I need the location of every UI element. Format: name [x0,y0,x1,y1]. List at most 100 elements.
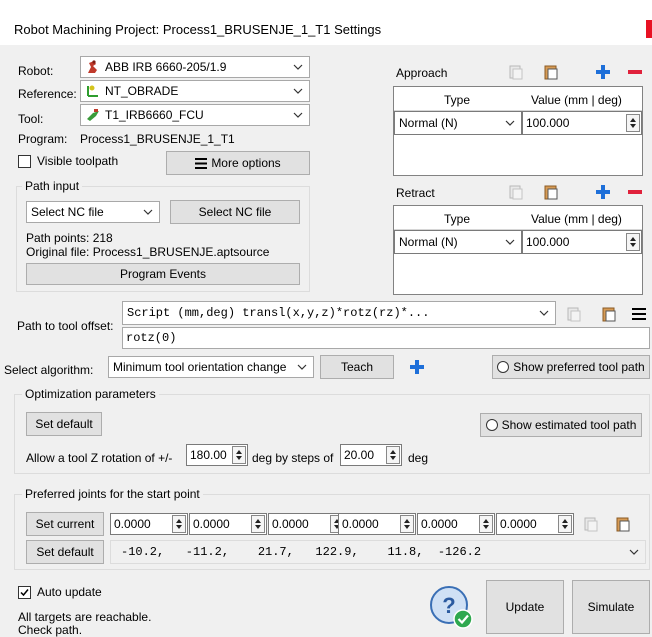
close-button[interactable] [646,20,652,38]
spin-arrows-icon[interactable] [172,515,186,533]
joint-value-5: 0.0000 [421,517,458,531]
visible-toolpath-label: Visible toolpath [37,154,119,168]
offset-expression-input[interactable]: rotz(0) [122,327,650,349]
default-joints-combo[interactable]: -10.2, -11.2, 21.7, 122.9, 11.8, -126.2 [110,540,646,564]
chevron-down-icon [293,88,303,94]
show-estimated-label: Show estimated tool path [501,418,637,432]
menu-icon [195,157,208,169]
checkbox-box[interactable] [18,585,31,599]
teach-button[interactable]: Teach [320,355,394,379]
tool-combo[interactable]: T1_IRB6660_FCU [80,104,310,126]
minus-icon [628,70,642,74]
retract-table: Type Value (mm | deg) Normal (N) 100.000 [393,205,643,295]
joint-input-3[interactable]: 0.0000 [268,513,346,535]
tool-label: Tool: [18,112,44,126]
path-input-title: Path input [22,179,83,193]
spin-arrows-icon[interactable] [626,114,640,132]
spin-arrows-icon[interactable] [626,233,640,251]
set-current-button[interactable]: Set current [26,512,104,536]
offset-script-combo[interactable]: Script (mm,deg) transl(x,y,z)*rotz(rz)*.… [122,301,556,325]
paste-icon[interactable] [540,181,562,203]
step-input[interactable]: 20.00 [340,444,402,466]
visible-toolpath-checkbox[interactable]: Visible toolpath [18,154,118,168]
retract-col-type: Type [444,212,471,226]
show-preferred-tool-path-button[interactable]: Show preferred tool path [492,355,650,379]
copy-icon[interactable] [505,181,527,203]
retract-type-combo[interactable]: Normal (N) [394,230,522,254]
step-value: 20.00 [344,448,375,462]
show-estimated-tool-path-button[interactable]: Show estimated tool path [480,413,642,437]
status-line-2: Check path. [18,623,83,637]
paste-icon[interactable] [598,303,620,325]
robot-value: ABB IRB 6660-205/1.9 [105,60,227,74]
preferred-joints-title: Preferred joints for the start point [22,487,203,501]
algorithm-combo[interactable]: Minimum tool orientation change [108,356,314,378]
paste-icon[interactable] [612,513,634,535]
more-options-button[interactable]: More options [166,151,310,175]
add-approach-button[interactable] [592,61,614,83]
radio-icon [485,419,498,431]
joint-value-4: 0.0000 [342,517,379,531]
approach-type-combo[interactable]: Normal (N) [394,111,522,135]
paste-icon[interactable] [540,61,562,83]
joint-input-6[interactable]: 0.0000 [496,513,574,535]
spin-arrows-icon[interactable] [386,446,400,464]
update-button[interactable]: Update [486,580,564,634]
reference-combo[interactable]: NT_OBRADE [80,80,310,102]
copy-icon[interactable] [505,61,527,83]
joint-input-2[interactable]: 0.0000 [189,513,267,535]
spin-arrows-icon[interactable] [400,515,414,533]
approach-table: Type Value (mm | deg) Normal (N) 100.000 [393,86,643,176]
approach-type-value: Normal (N) [399,116,458,130]
offset-script-value: Script (mm,deg) transl(x,y,z)*rotz(rz)*.… [127,306,430,320]
joint-input-1[interactable]: 0.0000 [110,513,188,535]
add-algorithm-button[interactable] [406,356,428,378]
rotation-input[interactable]: 180.00 [186,444,248,466]
reference-label: Reference: [18,87,77,101]
tool-icon [85,107,101,123]
copy-icon[interactable] [580,513,602,535]
spin-arrows-icon[interactable] [558,515,572,533]
chevron-down-icon [297,364,307,370]
retract-type-value: Normal (N) [399,235,458,249]
add-retract-button[interactable] [592,181,614,203]
remove-approach-button[interactable] [624,61,646,83]
spin-arrows-icon[interactable] [479,515,493,533]
checkbox-box[interactable] [18,154,31,168]
program-events-button[interactable]: Program Events [26,263,300,285]
approach-value-input[interactable]: 100.000 [522,111,642,135]
robot-icon [85,59,101,75]
approach-col-type: Type [444,93,471,107]
joints-set-default-button[interactable]: Set default [26,540,104,564]
chevron-down-icon [539,310,549,316]
algorithm-value: Minimum tool orientation change [113,360,287,374]
reference-frame-icon [85,83,101,99]
retract-value-input[interactable]: 100.000 [522,230,642,254]
joint-value-6: 0.0000 [500,517,537,531]
joint-input-4[interactable]: 0.0000 [338,513,416,535]
svg-text:?: ? [442,593,455,618]
remove-retract-button[interactable] [624,181,646,203]
plus-icon [596,185,610,199]
auto-update-checkbox[interactable]: Auto update [18,585,102,599]
path-points-text: Path points: 218 [26,231,113,245]
auto-update-label: Auto update [37,585,102,599]
simulate-button[interactable]: Simulate [572,580,650,634]
nc-file-combo[interactable]: Select NC file [26,201,160,223]
window-title: Robot Machining Project: Process1_BRUSEN… [14,22,382,37]
program-label: Program: [18,132,68,146]
joint-input-5[interactable]: 0.0000 [417,513,495,535]
spin-arrows-icon[interactable] [251,515,265,533]
spin-arrows-icon[interactable] [232,446,246,464]
plus-icon [596,65,610,79]
default-joints-value: -10.2, -11.2, 21.7, 122.9, 11.8, -126.2 [121,545,482,559]
optimization-set-default-button[interactable]: Set default [26,412,102,436]
offset-menu-button[interactable] [628,303,650,325]
copy-icon[interactable] [563,303,585,325]
reference-value: NT_OBRADE [105,84,179,98]
help-icon[interactable]: ? [428,584,474,630]
select-nc-file-button[interactable]: Select NC file [170,200,300,224]
robot-combo[interactable]: ABB IRB 6660-205/1.9 [80,56,310,78]
menu-icon [632,308,646,320]
joint-value-3: 0.0000 [272,517,309,531]
